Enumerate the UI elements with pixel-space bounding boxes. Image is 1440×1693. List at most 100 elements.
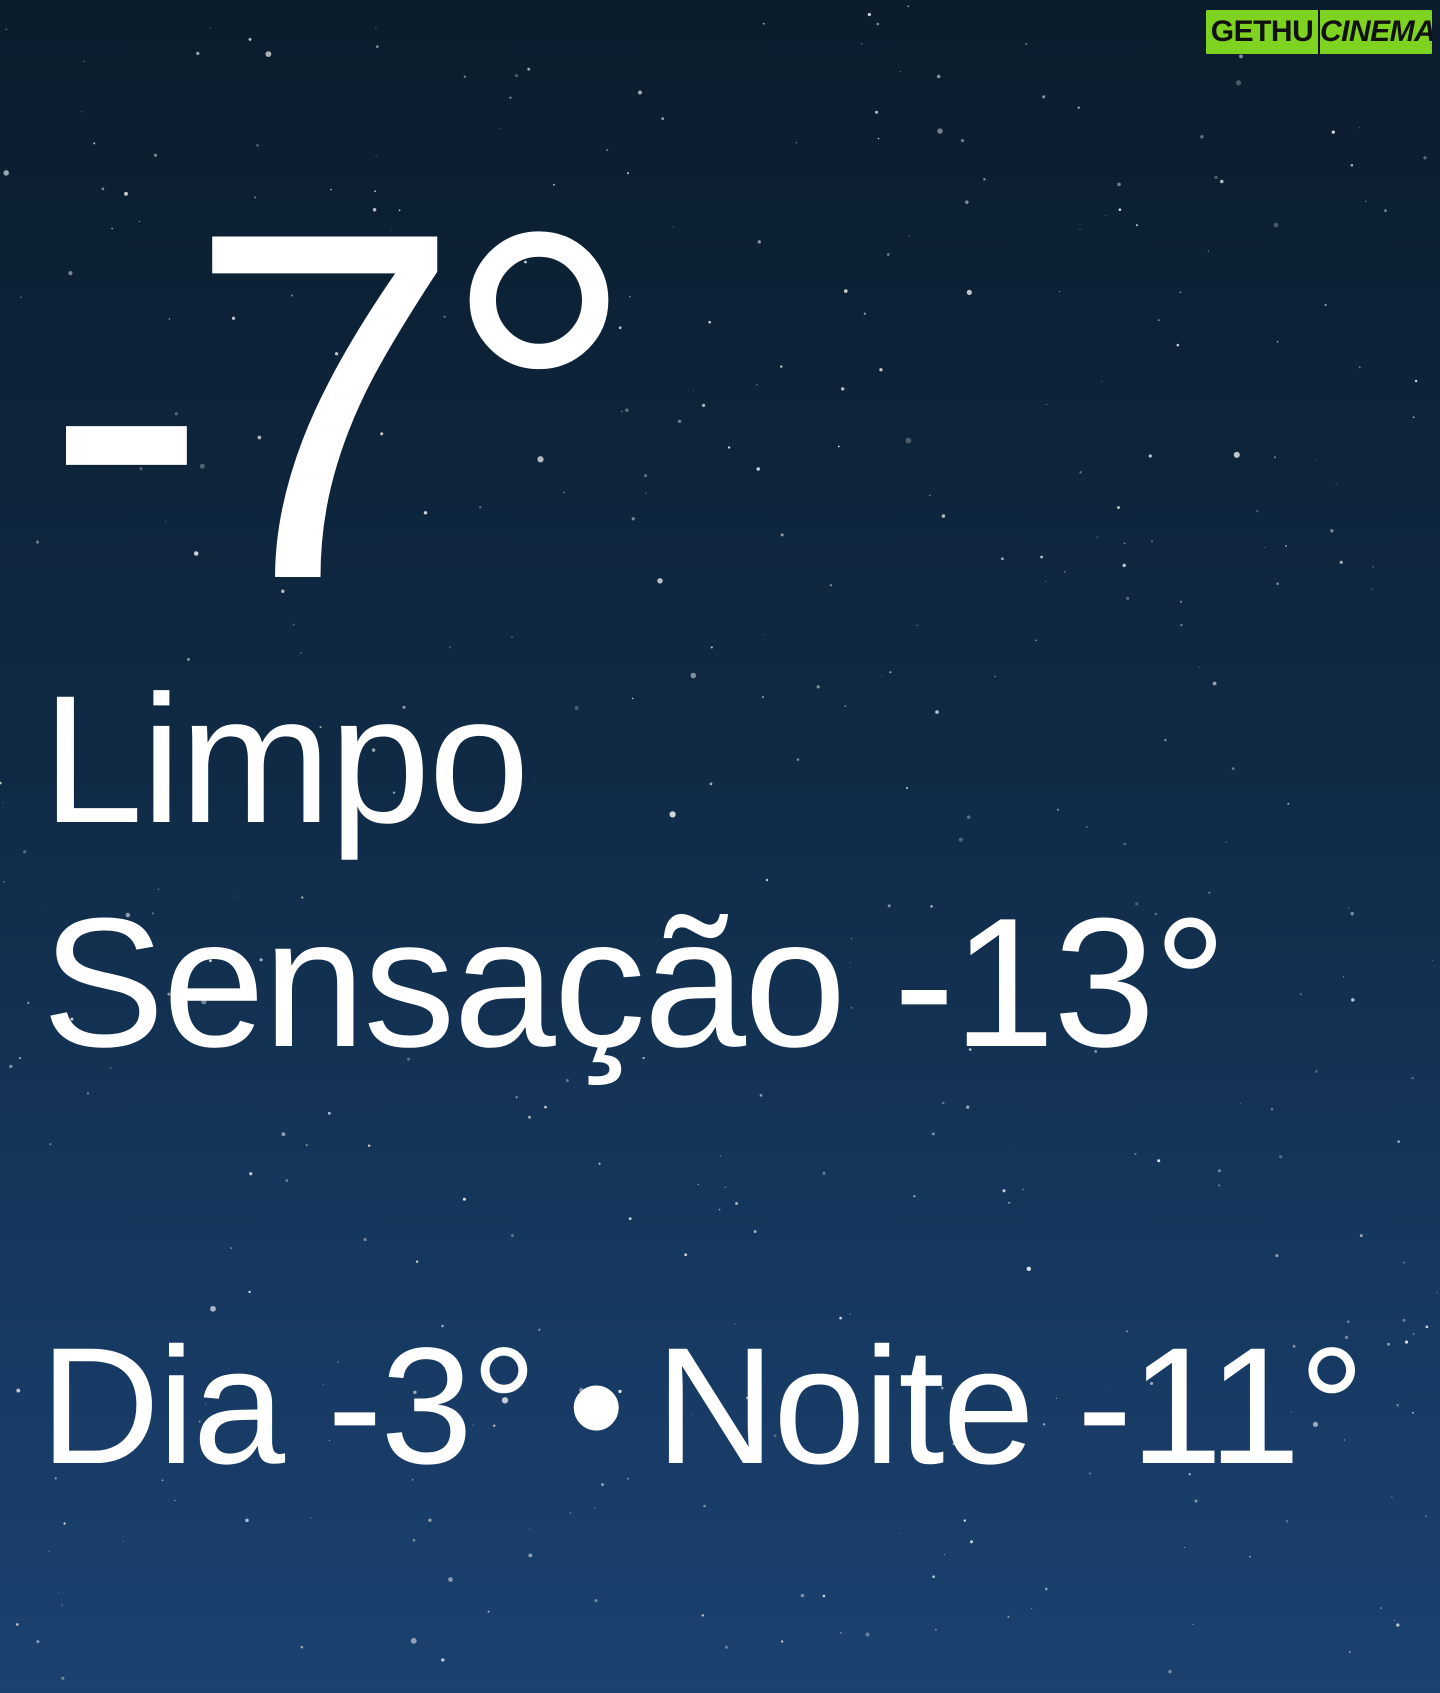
- star: [527, 67, 531, 71]
- star: [1200, 135, 1204, 139]
- star: [941, 514, 946, 518]
- star: [1220, 179, 1224, 184]
- star: [1122, 563, 1126, 568]
- forecast-day: Dia -3°: [40, 1314, 537, 1499]
- star: [1117, 506, 1120, 510]
- star: [965, 200, 969, 204]
- star: [1002, 1189, 1006, 1193]
- star: [877, 137, 880, 140]
- star: [1436, 1292, 1438, 1294]
- star: [1432, 959, 1434, 961]
- star: [1239, 54, 1243, 59]
- star: [1315, 459, 1317, 461]
- star: [1350, 163, 1354, 167]
- star: [1192, 1623, 1194, 1625]
- star: [574, 706, 579, 710]
- star: [1148, 454, 1152, 458]
- star: [929, 494, 931, 497]
- star: [2, 802, 4, 804]
- star: [943, 1554, 945, 1556]
- star: [594, 1507, 596, 1509]
- star: [63, 1522, 66, 1525]
- star: [709, 782, 713, 786]
- star: [285, 1179, 289, 1182]
- star: [1396, 1623, 1400, 1627]
- star: [48, 1550, 51, 1553]
- star: [210, 27, 211, 29]
- star: [1348, 907, 1350, 909]
- star: [1233, 451, 1240, 458]
- star: [1044, 1587, 1048, 1591]
- star: [36, 1640, 40, 1644]
- star: [410, 1637, 417, 1644]
- star: [1000, 557, 1004, 561]
- star: [1077, 106, 1080, 109]
- star: [889, 671, 892, 674]
- star: [594, 1599, 598, 1603]
- star: [528, 1553, 533, 1558]
- star: [1217, 1169, 1221, 1173]
- star: [1324, 303, 1327, 307]
- star: [879, 368, 883, 372]
- star: [934, 1628, 937, 1631]
- star: [905, 786, 908, 790]
- star: [598, 1162, 601, 1165]
- star: [375, 45, 379, 48]
- star: [963, 1519, 966, 1522]
- star: [81, 111, 83, 113]
- star: [867, 12, 872, 17]
- star: [1212, 681, 1217, 686]
- star: [618, 326, 622, 330]
- star: [1194, 1499, 1198, 1503]
- star: [631, 697, 634, 700]
- star: [829, 584, 832, 587]
- star: [300, 1645, 304, 1649]
- star: [1359, 1234, 1363, 1238]
- star: [1348, 1650, 1351, 1653]
- star: [5, 28, 8, 31]
- star: [310, 1517, 312, 1519]
- star: [994, 675, 996, 678]
- star: [631, 517, 635, 521]
- star: [1404, 1340, 1409, 1344]
- star: [428, 1518, 432, 1522]
- star: [628, 1217, 632, 1221]
- star: [1339, 560, 1343, 564]
- feels-like: Sensação -13°: [42, 879, 1227, 1085]
- star: [710, 646, 713, 649]
- star: [327, 1111, 331, 1115]
- star: [1042, 95, 1046, 99]
- star: [966, 289, 972, 295]
- star: [23, 850, 27, 854]
- star: [966, 815, 971, 819]
- star: [1031, 1608, 1033, 1610]
- star: [1025, 42, 1028, 45]
- star: [1104, 215, 1106, 217]
- star: [735, 1202, 739, 1205]
- star: [1123, 842, 1127, 846]
- star: [1335, 483, 1337, 486]
- star: [1207, 250, 1209, 252]
- star: [1402, 1318, 1406, 1322]
- star: [1275, 1254, 1279, 1258]
- star: [763, 634, 765, 636]
- star: [1180, 623, 1183, 627]
- forecast-row: Dia -3° • Noite -11°: [40, 1324, 1365, 1490]
- star: [1412, 1411, 1414, 1414]
- star: [672, 226, 675, 228]
- star: [1176, 343, 1180, 347]
- star: [684, 1253, 688, 1257]
- star: [669, 811, 676, 818]
- star: [1168, 1669, 1172, 1674]
- watermark-logo: GETHU CINEMA: [1206, 10, 1432, 54]
- star: [1379, 1606, 1383, 1610]
- star: [1135, 224, 1138, 227]
- star: [1164, 738, 1167, 742]
- star: [629, 296, 631, 298]
- star: [363, 1237, 367, 1242]
- star: [796, 758, 800, 761]
- star: [1217, 1184, 1221, 1187]
- star: [1134, 1152, 1137, 1156]
- star: [1359, 127, 1361, 129]
- star: [837, 445, 840, 448]
